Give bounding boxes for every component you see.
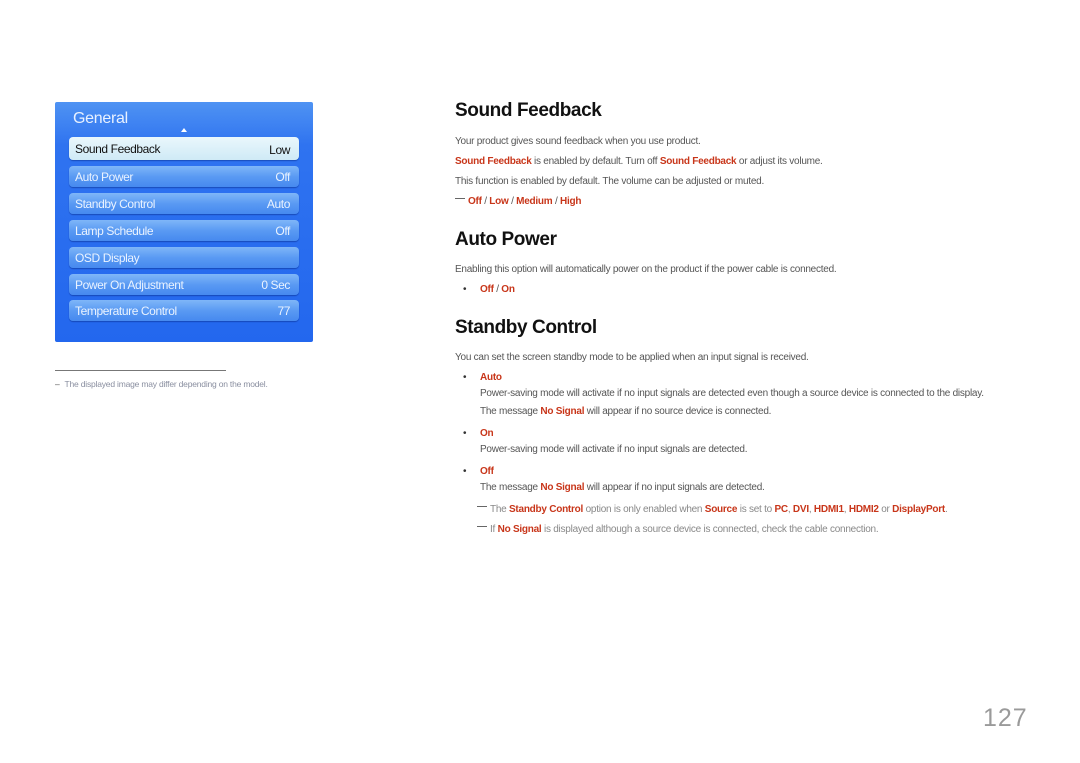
source-dvi: DVI bbox=[792, 504, 809, 515]
standby-option-off: Off bbox=[480, 466, 494, 477]
text-fragment: is enabled by default. Turn off bbox=[531, 156, 660, 167]
note-icon bbox=[477, 526, 487, 527]
option-separator: / bbox=[552, 196, 561, 207]
osd-item-label: Sound Feedback bbox=[75, 142, 161, 156]
option-separator: / bbox=[508, 196, 517, 207]
footnote: – The displayed image may differ dependin… bbox=[55, 379, 268, 389]
osd-item-label: Standby Control bbox=[75, 197, 156, 211]
scroll-up-arrow-icon bbox=[181, 128, 187, 132]
sound-feedback-line1: Your product gives sound feedback when y… bbox=[455, 136, 701, 147]
text-fragment: option is only enabled when bbox=[583, 504, 705, 515]
auto-power-options: Off / On bbox=[480, 284, 515, 295]
text-fragment: will appear if no source device is conne… bbox=[584, 406, 772, 417]
source-pc: PC bbox=[774, 504, 788, 515]
osd-item-label: Auto Power bbox=[75, 170, 134, 184]
standby-option-auto: Auto bbox=[480, 372, 502, 383]
osd-item-label: OSD Display bbox=[75, 251, 140, 265]
standby-auto-desc2: The message No Signal will appear if no … bbox=[480, 406, 771, 417]
bullet-icon: • bbox=[463, 372, 467, 383]
osd-item-auto-power: Auto Power Off bbox=[69, 166, 299, 187]
text-fragment: or bbox=[878, 504, 893, 515]
term-standby-control: Standby Control bbox=[509, 504, 584, 515]
osd-item-osd-display: OSD Display bbox=[69, 247, 299, 268]
option-high: High bbox=[560, 196, 582, 207]
footnote-text: The displayed image may differ depending… bbox=[64, 379, 268, 389]
osd-item-label: Power On Adjustment bbox=[75, 278, 184, 292]
footnote-dash: – bbox=[55, 379, 60, 389]
option-low: Low bbox=[489, 196, 509, 207]
term-no-signal: No Signal bbox=[540, 406, 585, 417]
text-fragment: The message bbox=[480, 406, 541, 417]
standby-off-desc: The message No Signal will appear if no … bbox=[480, 482, 765, 493]
standby-control-line1: You can set the screen standby mode to b… bbox=[455, 352, 809, 363]
sound-feedback-options: Off / Low / Medium / High bbox=[455, 196, 581, 207]
section-heading-auto-power: Auto Power bbox=[455, 229, 557, 250]
osd-menu-panel: General Sound Feedback Low Auto Power Of… bbox=[55, 102, 313, 342]
section-heading-sound-feedback: Sound Feedback bbox=[455, 100, 602, 121]
source-hdmi2: HDMI2 bbox=[848, 504, 879, 515]
osd-item-label: Lamp Schedule bbox=[75, 224, 154, 238]
text-fragment: will appear if no input signals are dete… bbox=[584, 482, 765, 493]
footnote-divider bbox=[55, 370, 226, 371]
osd-item-value: Off bbox=[275, 170, 290, 184]
auto-power-line1: Enabling this option will automatically … bbox=[455, 264, 837, 275]
text-fragment: or adjust its volume. bbox=[736, 156, 823, 167]
osd-item-sound-feedback: Sound Feedback Low bbox=[69, 137, 299, 160]
text-fragment: . bbox=[945, 504, 948, 515]
osd-item-standby-control: Standby Control Auto bbox=[69, 193, 299, 214]
sound-feedback-line3: This function is enabled by default. The… bbox=[455, 176, 764, 187]
osd-item-value: Low bbox=[269, 143, 290, 157]
standby-auto-desc1: Power-saving mode will activate if no in… bbox=[480, 388, 984, 399]
text-fragment: is displayed although a source device is… bbox=[541, 524, 879, 535]
page-number: 127 bbox=[983, 704, 1028, 732]
option-on: On bbox=[501, 284, 515, 295]
standby-note2: If No Signal is displayed although a sou… bbox=[477, 524, 879, 535]
term-sound-feedback: Sound Feedback bbox=[659, 156, 737, 167]
bullet-icon: • bbox=[463, 428, 467, 439]
osd-item-label: Temperature Control bbox=[75, 304, 177, 318]
text-fragment: is set to bbox=[737, 504, 775, 515]
osd-item-value: 77 bbox=[277, 304, 290, 318]
option-off: Off bbox=[468, 196, 482, 207]
osd-item-power-on-adjustment: Power On Adjustment 0 Sec bbox=[69, 274, 299, 295]
text-fragment: The bbox=[490, 504, 510, 515]
osd-item-value: Off bbox=[275, 224, 290, 238]
note-icon bbox=[477, 506, 487, 507]
option-medium: Medium bbox=[516, 196, 553, 207]
osd-item-value: Auto bbox=[266, 197, 290, 211]
bullet-icon: • bbox=[463, 284, 467, 295]
note-icon bbox=[455, 198, 465, 199]
term-sound-feedback: Sound Feedback bbox=[455, 156, 532, 167]
source-displayport: DisplayPort bbox=[892, 504, 945, 515]
osd-menu-title: General bbox=[73, 110, 128, 127]
section-heading-standby-control: Standby Control bbox=[455, 317, 597, 338]
term-no-signal: No Signal bbox=[540, 482, 585, 493]
osd-item-value: 0 Sec bbox=[261, 278, 290, 292]
standby-note1: The Standby Control option is only enabl… bbox=[477, 504, 948, 515]
term-no-signal: No Signal bbox=[497, 524, 542, 535]
osd-item-temperature-control: Temperature Control 77 bbox=[69, 300, 299, 321]
term-source: Source bbox=[704, 504, 738, 515]
osd-item-lamp-schedule: Lamp Schedule Off bbox=[69, 220, 299, 241]
bullet-icon: • bbox=[463, 466, 467, 477]
source-hdmi1: HDMI1 bbox=[813, 504, 844, 515]
text-fragment: The message bbox=[480, 482, 541, 493]
sound-feedback-line2: Sound Feedback is enabled by default. Tu… bbox=[455, 156, 823, 167]
option-off: Off bbox=[480, 284, 494, 295]
standby-on-desc: Power-saving mode will activate if no in… bbox=[480, 444, 748, 455]
text-fragment: If bbox=[490, 524, 498, 535]
standby-option-on: On bbox=[480, 428, 494, 439]
